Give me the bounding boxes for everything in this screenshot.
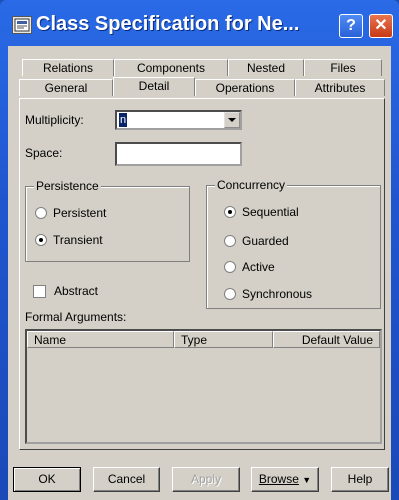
tab-attributes[interactable]: Attributes <box>295 79 385 96</box>
tab-files[interactable]: Files <box>304 59 382 76</box>
space-field[interactable] <box>115 142 242 166</box>
help-icon[interactable]: ? <box>339 14 363 38</box>
tab-relations[interactable]: Relations <box>22 59 114 76</box>
radio-icon <box>224 261 236 273</box>
help-button[interactable]: Help <box>331 467 389 492</box>
radio-selected-icon <box>35 234 47 246</box>
concurrency-title: Concurrency <box>215 178 288 192</box>
multiplicity-label: Multiplicity: <box>25 113 84 127</box>
dialog-client: Relations Components Nested Files Genera… <box>8 46 391 500</box>
persistence-group: Persistence Persistent Transient <box>25 179 190 262</box>
ok-button[interactable]: OK <box>13 467 81 492</box>
radio-icon <box>224 288 236 300</box>
concurrency-group: Concurrency Sequential Guarded Active Sy… <box>206 178 381 309</box>
abstract-checkbox[interactable] <box>33 285 46 298</box>
space-label: Space: <box>25 146 63 160</box>
radio-icon <box>35 207 47 219</box>
column-header-name[interactable]: Name <box>27 331 174 348</box>
tab-nested[interactable]: Nested <box>228 59 304 76</box>
browse-label: Browse <box>258 472 299 486</box>
title-bar[interactable]: Class Specification for Ne... ? ✕ <box>0 0 399 44</box>
dropdown-arrow-icon: ▼ <box>302 475 312 485</box>
abstract-label: Abstract <box>54 284 99 298</box>
column-header-type[interactable]: Type <box>174 331 273 348</box>
tab-detail[interactable]: Detail <box>113 77 195 96</box>
tab-general[interactable]: General <box>19 79 113 96</box>
tab-components[interactable]: Components <box>114 59 228 76</box>
multiplicity-combo[interactable]: n <box>115 110 242 130</box>
radio-icon <box>224 235 236 247</box>
class-spec-icon <box>12 16 32 34</box>
cancel-button[interactable]: Cancel <box>93 467 160 492</box>
radio-selected-icon <box>224 206 236 218</box>
apply-button[interactable]: Apply <box>172 467 240 492</box>
persistence-title: Persistence <box>34 179 101 193</box>
formal-arguments-label: Formal Arguments: <box>25 310 127 324</box>
multiplicity-value: n <box>119 113 128 127</box>
close-icon[interactable]: ✕ <box>369 14 393 38</box>
column-header-default-value[interactable]: Default Value <box>273 331 380 348</box>
dialog-window: Class Specification for Ne... ? ✕ Relati… <box>0 0 399 500</box>
chevron-down-icon[interactable] <box>224 112 240 128</box>
tab-operations[interactable]: Operations <box>195 79 295 96</box>
formal-arguments-list[interactable]: Name Type Default Value <box>25 329 382 444</box>
window-title: Class Specification for Ne... <box>36 13 300 35</box>
browse-button[interactable]: Browse ▼ <box>251 467 319 492</box>
